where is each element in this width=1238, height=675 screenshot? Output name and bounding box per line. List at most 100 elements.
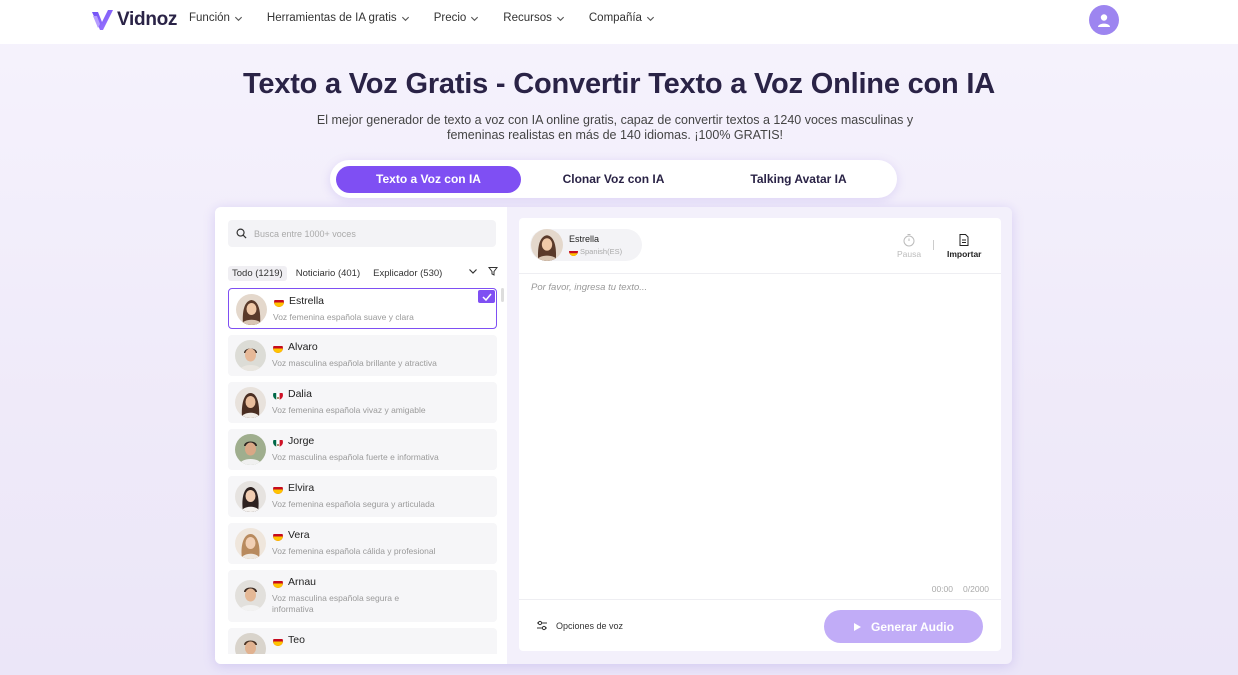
nav-label: Recursos (503, 12, 552, 24)
voice-description: Voz masculina española segura e informat… (272, 593, 400, 614)
text-counter: 00:00 0/2000 (932, 584, 989, 594)
voice-list: Estrella Voz femenina española suave y c… (228, 288, 498, 654)
voice-description: Voz masculina española fuerte e informat… (272, 452, 439, 462)
voice-avatar (235, 434, 266, 465)
spain-flag-icon (273, 531, 283, 541)
voice-avatar (236, 294, 267, 325)
generate-audio-label: Generar Audio (871, 619, 954, 634)
nav-item-funcion[interactable]: Función (189, 12, 243, 24)
vidnoz-logo[interactable]: Vidnoz (90, 8, 177, 32)
import-button[interactable]: Importar (947, 233, 981, 259)
audio-duration: 00:00 (931, 584, 953, 594)
voice-name: Vera (288, 529, 310, 541)
nav-item-recursos[interactable]: Recursos (503, 12, 565, 24)
voice-name: Alvaro (288, 341, 318, 353)
voice-avatar (531, 229, 563, 261)
tab-talking-avatar[interactable]: Talking Avatar IA (706, 166, 891, 193)
voice-item-dalia[interactable]: Dalia Voz femenina española vivaz y amig… (228, 382, 497, 423)
main-nav: Función Herramientas de IA gratis Precio… (189, 12, 679, 24)
tab-texto-a-voz[interactable]: Texto a Voz con IA (336, 165, 521, 193)
voice-item-teo[interactable]: Teo (228, 628, 497, 654)
nav-item-herramientas[interactable]: Herramientas de IA gratis (267, 12, 410, 24)
voice-item-jorge[interactable]: Jorge Voz masculina española fuerte e in… (228, 429, 497, 470)
voice-description: Voz femenina española suave y clara (273, 312, 414, 322)
search-icon (236, 228, 247, 239)
chevron-down-icon (471, 16, 479, 21)
voice-avatar (235, 580, 266, 611)
voice-item-alvaro[interactable]: Alvaro Voz masculina española brillante … (228, 335, 497, 376)
voice-search-box (228, 220, 496, 247)
mexico-flag-icon (273, 390, 283, 400)
voice-name: Estrella (289, 295, 325, 307)
spain-flag-icon (273, 343, 283, 353)
spain-flag-icon (274, 297, 284, 307)
voice-item-vera[interactable]: Vera Voz femenina española cálida y prof… (228, 523, 497, 564)
spain-flag-icon (273, 578, 283, 588)
page-title: Texto a Voz Gratis - Convertir Texto a V… (242, 68, 996, 100)
voice-avatar (235, 528, 266, 559)
filter-actions (468, 266, 498, 276)
divider (519, 599, 1001, 600)
brand-name: Vidnoz (117, 9, 178, 30)
nav-item-precio[interactable]: Precio (434, 12, 480, 24)
chevron-down-icon (401, 16, 409, 21)
voice-description: Voz femenina española vivaz y amigable (272, 405, 426, 415)
spain-flag-icon (273, 636, 283, 646)
subtitle-line: femeninas realistas en más de 140 idioma… (446, 128, 784, 142)
chevron-down-icon (234, 16, 242, 21)
user-icon (1098, 14, 1110, 27)
page-subtitle: El mejor generador de texto a voz con IA… (270, 113, 960, 143)
chevron-down-icon (646, 16, 654, 21)
voice-search-input[interactable] (254, 228, 474, 239)
mexico-flag-icon (273, 437, 283, 447)
chevron-down-icon[interactable] (468, 266, 478, 276)
voice-description: Voz femenina española cálida y profesion… (272, 546, 436, 556)
filter-todo[interactable]: Todo (1219) (228, 265, 287, 281)
tool-tabs: Texto a Voz con IA Clonar Voz con IA Tal… (330, 160, 897, 198)
voice-picker-panel: Todo (1219) Noticiario (401) Explicador … (215, 207, 507, 664)
subtitle-line: El mejor generador de texto a voz con IA… (316, 113, 914, 127)
nav-label: Herramientas de IA gratis (266, 12, 397, 24)
chevron-down-icon (556, 16, 564, 21)
voice-description: Voz masculina española brillante y atrac… (272, 358, 437, 368)
nav-label: Precio (433, 12, 467, 24)
nav-label: Compañía (588, 12, 642, 24)
nav-label: Función (189, 12, 230, 24)
voice-item-arnau[interactable]: Arnau Voz masculina española segura e in… (228, 570, 497, 622)
spain-flag-icon (273, 484, 283, 494)
text-input-area[interactable] (531, 282, 991, 572)
sliders-icon (537, 620, 547, 631)
generate-audio-button[interactable]: Generar Audio (824, 610, 983, 643)
voice-name: Dalia (288, 388, 312, 400)
voice-avatar (235, 340, 266, 371)
character-count: 0/2000 (963, 584, 989, 594)
voice-options-label: Opciones de voz (556, 620, 624, 631)
voice-list-scrollbar[interactable] (501, 288, 504, 302)
current-voice-name: Estrella (569, 234, 600, 244)
filter-noticiario[interactable]: Noticiario (401) (292, 266, 364, 281)
text-editor-panel: Estrella Spanish(ES) Pausa Importar 00:0… (519, 218, 1001, 651)
voice-name: Jorge (288, 435, 315, 447)
voice-name: Arnau (288, 576, 317, 588)
voice-avatar (235, 481, 266, 512)
play-icon (854, 622, 862, 631)
pause-label: Pausa (897, 249, 922, 259)
voice-avatar (235, 633, 266, 654)
voice-item-estrella[interactable]: Estrella Voz femenina española suave y c… (228, 288, 497, 329)
tab-clonar-voz[interactable]: Clonar Voz con IA (521, 166, 706, 193)
voice-avatar (235, 387, 266, 418)
spain-flag-icon (569, 247, 578, 256)
nav-item-compania[interactable]: Compañía (589, 12, 655, 24)
voice-description: Voz femenina española segura y articulad… (272, 499, 435, 509)
voice-options-button[interactable]: Opciones de voz (536, 620, 623, 631)
pause-button[interactable]: Pausa (897, 233, 921, 259)
import-label: Importar (947, 249, 982, 259)
filter-icon[interactable] (488, 266, 498, 276)
current-voice-chip[interactable]: Estrella Spanish(ES) (530, 229, 642, 261)
voice-name: Teo (288, 634, 305, 646)
voice-item-elvira[interactable]: Elvira Voz femenina española segura y ar… (228, 476, 497, 517)
timer-icon (903, 234, 915, 247)
tts-card: Todo (1219) Noticiario (401) Explicador … (215, 207, 1012, 664)
user-avatar-button[interactable] (1089, 5, 1119, 35)
filter-explicador[interactable]: Explicador (530) (369, 266, 446, 281)
